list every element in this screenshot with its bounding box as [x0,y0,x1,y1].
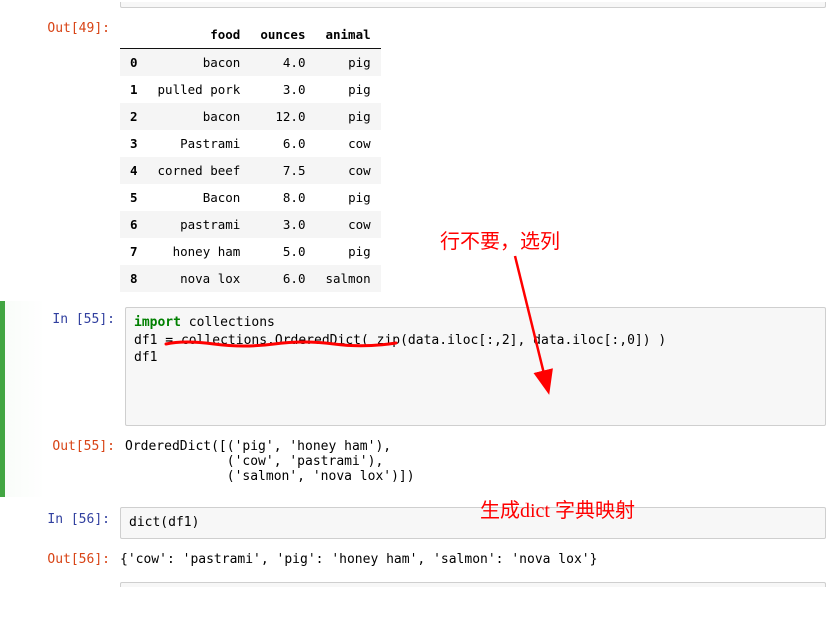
table-cell: pig [315,238,380,265]
previous-cell-edge [120,2,826,8]
prompt-out-56: Out[56]: [10,547,120,572]
table-cell: Pastrami [148,130,251,157]
table-row: 4corned beef7.5cow [120,157,381,184]
prompt-out-55: Out[55]: [15,434,125,459]
row-index: 3 [120,130,148,157]
keyword-import: import [134,315,181,330]
row-index: 0 [120,49,148,77]
table-cell: cow [315,157,380,184]
table-cell: corned beef [148,157,251,184]
code-text: df1 = collections.OrderedDict( zip(data.… [134,333,666,348]
output-56: {'cow': 'pastrami', 'pig': 'honey ham', … [120,547,826,572]
table-cell: nova lox [148,265,251,292]
table-cell: bacon [148,49,251,77]
table-cell: pig [315,49,380,77]
table-row: 6pastrami3.0cow [120,211,381,238]
col-animal: animal [315,21,380,49]
table-cell: pulled pork [148,76,251,103]
table-cell: pig [315,76,380,103]
row-index: 5 [120,184,148,211]
col-index [120,21,148,49]
table-cell: cow [315,211,380,238]
col-ounces: ounces [250,21,315,49]
table-row: 7honey ham5.0pig [120,238,381,265]
code-input-56[interactable]: dict(df1) [120,507,826,539]
table-row: 0bacon4.0pig [120,49,381,77]
table-row: 1pulled pork3.0pig [120,76,381,103]
table-cell: 6.0 [250,265,315,292]
table-cell: 8.0 [250,184,315,211]
prompt-in-56: In [56]: [10,507,120,532]
table-cell: salmon [315,265,380,292]
row-index: 7 [120,238,148,265]
row-index: 8 [120,265,148,292]
table-cell: 3.0 [250,211,315,238]
table-cell: Bacon [148,184,251,211]
output-49: food ounces animal 0bacon4.0pig1pulled p… [120,16,826,297]
output-55: OrderedDict([('pig', 'honey ham'), ('cow… [125,434,826,489]
code-text: dict(df1) [129,515,199,530]
dataframe-table: food ounces animal 0bacon4.0pig1pulled p… [120,21,381,292]
code-text: collections [181,315,275,330]
table-row: 5Bacon8.0pig [120,184,381,211]
next-cell-edge [120,582,826,587]
table-cell: 5.0 [250,238,315,265]
table-cell: bacon [148,103,251,130]
table-cell: 3.0 [250,76,315,103]
code-input-55[interactable]: import collections df1 = collections.Ord… [125,307,826,426]
row-index: 4 [120,157,148,184]
table-row: 8nova lox6.0salmon [120,265,381,292]
row-index: 2 [120,103,148,130]
code-text: df1 [134,350,157,365]
table-row: 3Pastrami6.0cow [120,130,381,157]
table-cell: pig [315,103,380,130]
table-cell: 4.0 [250,49,315,77]
table-cell: honey ham [148,238,251,265]
row-index: 1 [120,76,148,103]
prompt-out-49: Out[49]: [10,16,120,41]
table-row: 2bacon12.0pig [120,103,381,130]
prompt-in-55: In [55]: [15,307,125,332]
row-index: 6 [120,211,148,238]
table-cell: 7.5 [250,157,315,184]
table-cell: pastrami [148,211,251,238]
table-cell: 6.0 [250,130,315,157]
table-cell: 12.0 [250,103,315,130]
table-cell: pig [315,184,380,211]
table-cell: cow [315,130,380,157]
col-food: food [148,21,251,49]
